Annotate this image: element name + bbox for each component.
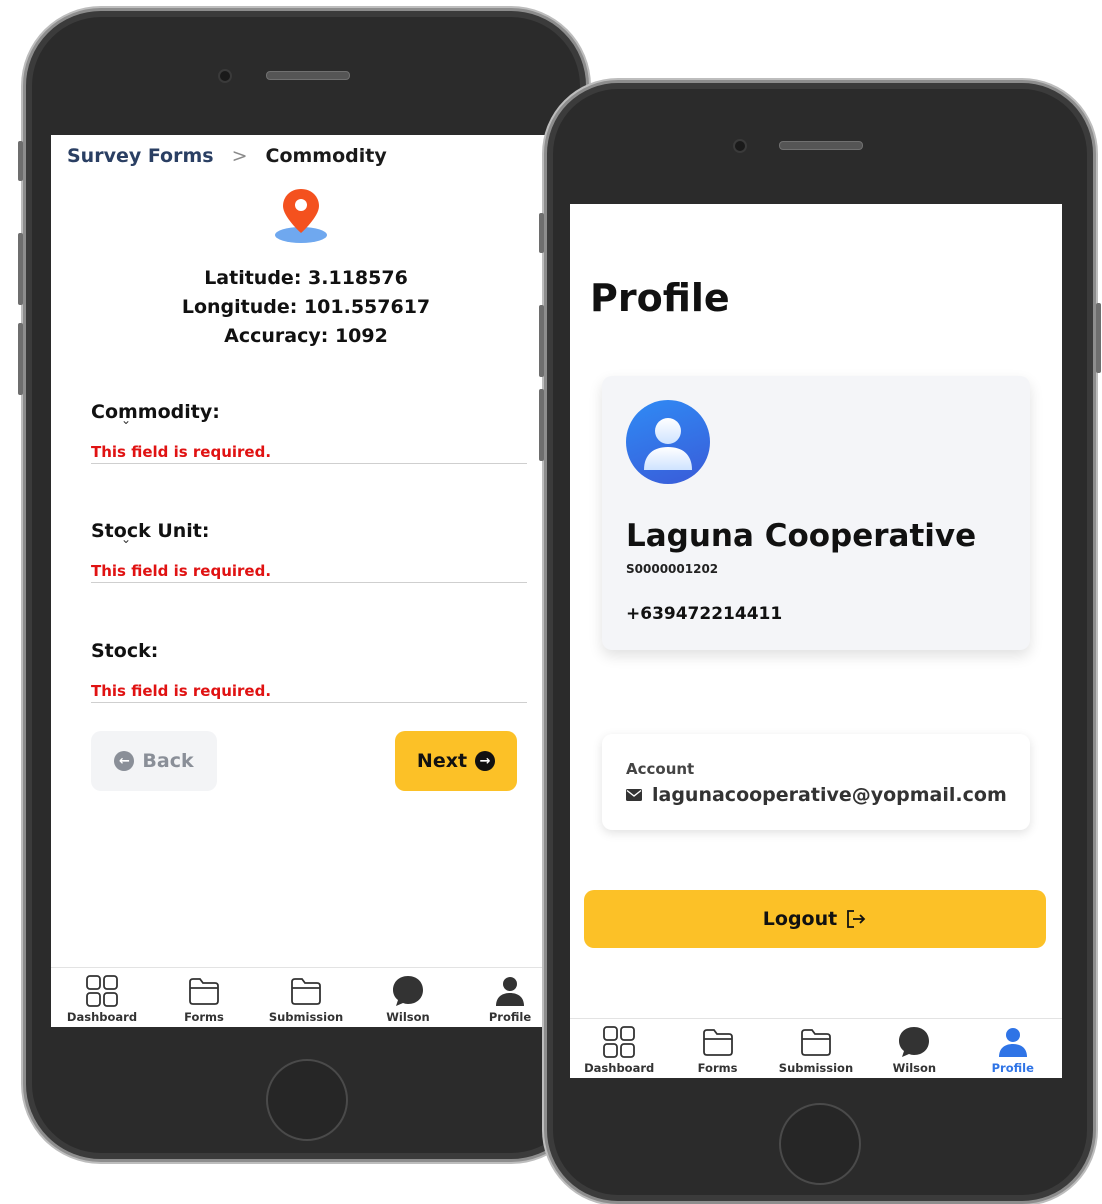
account-card: Account lagunacooperative@yopmail.com	[602, 734, 1030, 830]
stock-unit-label: Stock Unit:	[91, 520, 210, 542]
nav-label: Profile	[488, 1010, 532, 1024]
left-phone: Survey Forms > Commodity Latitude: 3.11857…	[18, 8, 589, 1162]
logout-icon	[847, 910, 866, 928]
chat-bubble-icon	[899, 1027, 930, 1057]
page-title: Profile	[590, 276, 730, 320]
nav-item-submission[interactable]: Submission	[258, 968, 354, 1027]
nav-item-wilson[interactable]: Wilson	[866, 1019, 962, 1078]
chat-bubble-icon	[393, 976, 423, 1006]
stock-unit-select[interactable]: Stock Unit: ⌄ This field is required.	[91, 520, 527, 583]
nav-label: Profile	[991, 1061, 1034, 1075]
arrow-left-circle-icon: ←	[114, 751, 135, 771]
folder-icon	[801, 1029, 831, 1056]
account-email: lagunacooperative@yopmail.com	[652, 784, 1007, 806]
folder-icon	[702, 1029, 733, 1056]
stock-error: This field is required.	[91, 682, 272, 700]
nav-item-forms[interactable]: Forms	[670, 1019, 766, 1078]
longitude-text: Longitude: 101.557617	[181, 296, 431, 318]
accuracy-text: Accuracy: 1092	[224, 325, 388, 347]
mail-icon	[626, 789, 642, 801]
nav-label: Forms	[184, 1010, 224, 1024]
nav-label: Submission	[268, 1010, 344, 1024]
back-button[interactable]: ← Back	[91, 731, 217, 791]
phone-number: +639472214411	[626, 604, 783, 624]
stock-unit-underline	[91, 582, 527, 583]
bottom-nav: Dashboard Forms Submission Wilson Profil…	[570, 1018, 1062, 1078]
nav-item-profile[interactable]: Profile	[965, 1019, 1061, 1078]
volume-up-button	[539, 305, 544, 377]
commodity-label: Commodity:	[91, 401, 220, 423]
avatar	[626, 400, 710, 484]
folder-icon	[291, 978, 321, 1005]
earpiece-speaker	[779, 141, 863, 150]
front-camera	[733, 139, 747, 153]
nav-label: Dashboard	[584, 1061, 655, 1075]
commodity-underline	[91, 463, 527, 464]
commodity-select[interactable]: Commodity: ⌄ This field is required.	[91, 401, 527, 464]
commodity-screen: Survey Forms > Commodity Latitude: 3.11857…	[51, 135, 561, 1027]
user-icon	[644, 418, 692, 470]
breadcrumb-survey-forms[interactable]: Survey Forms	[67, 145, 214, 167]
nav-label: Dashboard	[66, 1010, 138, 1024]
volume-down-button	[18, 323, 23, 395]
stock-unit-error: This field is required.	[91, 562, 272, 580]
nav-label: Wilson	[892, 1061, 937, 1075]
chevron-down-icon: ⌄	[121, 532, 132, 546]
commodity-error: This field is required.	[91, 443, 272, 461]
front-camera	[218, 69, 232, 83]
profile-card: Laguna Cooperative S0000001202 +63947221…	[602, 376, 1030, 650]
logout-button[interactable]: Logout	[584, 890, 1046, 948]
next-button[interactable]: Next →	[395, 731, 517, 791]
power-button	[1096, 303, 1101, 373]
next-button-label: Next	[416, 750, 468, 772]
nav-item-dashboard[interactable]: Dashboard	[571, 1019, 667, 1078]
stock-underline	[91, 702, 527, 703]
organization-name: Laguna Cooperative	[626, 518, 977, 554]
home-button[interactable]	[266, 1059, 348, 1141]
nav-item-wilson[interactable]: Wilson	[360, 968, 456, 1027]
back-button-label: Back	[142, 750, 194, 772]
latitude-text: Latitude: 3.118576	[204, 267, 408, 289]
folder-icon	[189, 978, 219, 1005]
earpiece-speaker	[266, 71, 350, 80]
nav-item-dashboard[interactable]: Dashboard	[54, 968, 150, 1027]
bottom-nav: Dashboard Forms Submission Wilson Profil…	[51, 967, 561, 1027]
user-icon	[998, 1028, 1027, 1057]
logout-button-label: Logout	[762, 908, 838, 930]
stock-label: Stock:	[91, 640, 159, 662]
breadcrumb: Survey Forms > Commodity	[67, 145, 387, 167]
arrow-right-circle-icon: →	[475, 751, 496, 771]
volume-down-button	[539, 389, 544, 461]
home-button[interactable]	[779, 1103, 861, 1185]
chevron-down-icon: ⌄	[121, 413, 132, 427]
profile-screen: Profile Laguna Cooperative S0000001202 +…	[570, 204, 1062, 1078]
grid-icon	[86, 975, 118, 1007]
grid-icon	[603, 1026, 636, 1058]
mute-switch	[18, 141, 23, 181]
nav-label: Forms	[697, 1061, 738, 1075]
nav-label: Wilson	[386, 1010, 430, 1024]
nav-item-forms[interactable]: Forms	[156, 968, 252, 1027]
location-pin-icon	[275, 189, 327, 243]
mute-switch	[539, 213, 544, 253]
organization-id: S0000001202	[626, 562, 719, 576]
account-email-row: lagunacooperative@yopmail.com	[626, 784, 1007, 806]
stock-input[interactable]: Stock: This field is required.	[91, 640, 527, 703]
nav-item-submission[interactable]: Submission	[768, 1019, 864, 1078]
user-icon	[496, 977, 524, 1006]
volume-up-button	[18, 233, 23, 305]
right-phone: Profile Laguna Cooperative S0000001202 +…	[539, 80, 1101, 1204]
nav-label: Submission	[778, 1061, 854, 1075]
breadcrumb-separator: >	[231, 145, 248, 167]
account-label: Account	[626, 760, 695, 778]
breadcrumb-current: Commodity	[265, 145, 387, 167]
